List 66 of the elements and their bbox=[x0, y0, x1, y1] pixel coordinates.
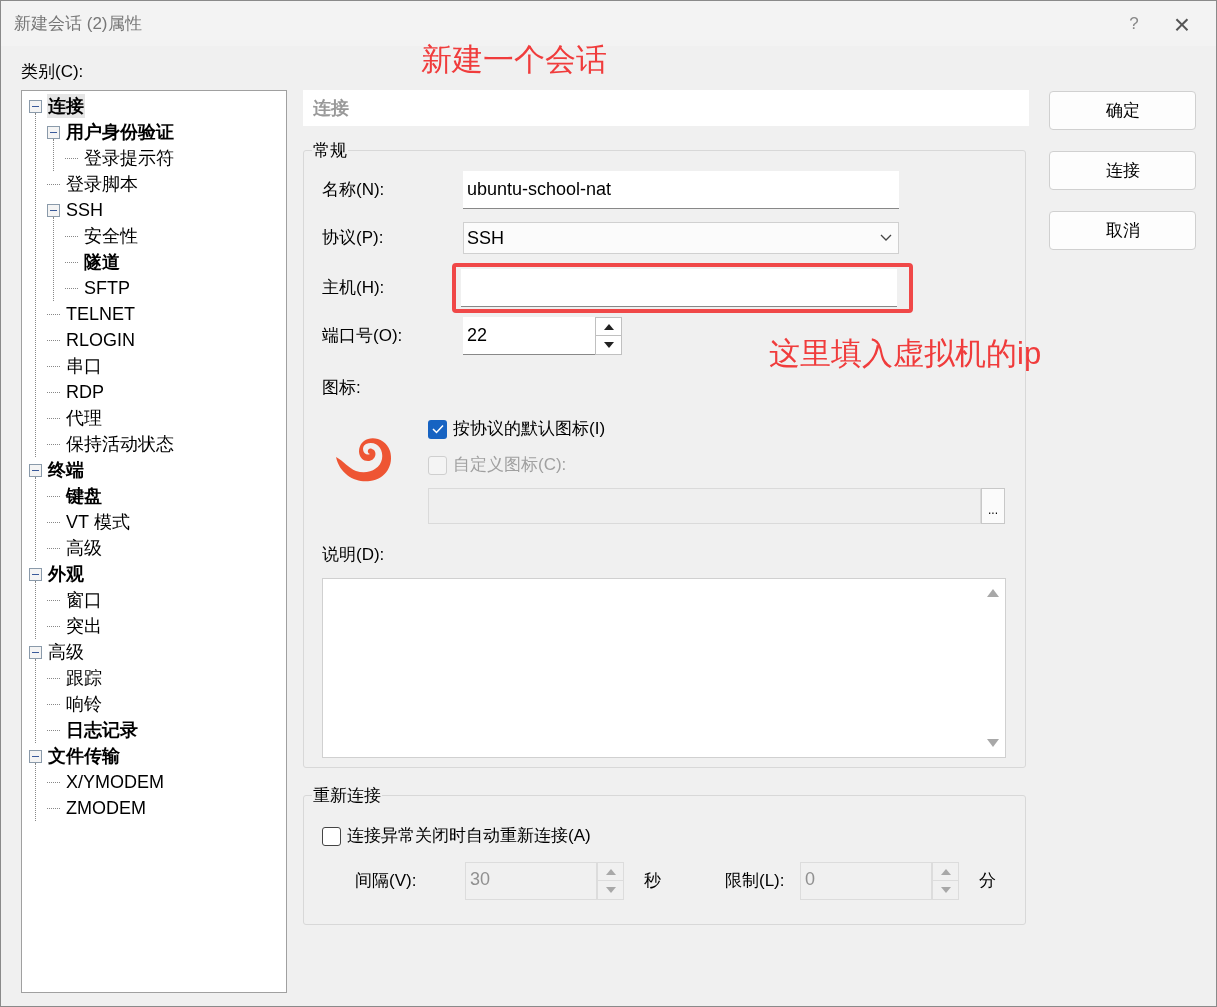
protocol-dropdown[interactable]: SSH bbox=[463, 222, 899, 254]
tree-item[interactable]: 高级 bbox=[47, 640, 85, 664]
chevron-down-icon bbox=[880, 234, 892, 242]
tree-item[interactable]: 保持活动状态 bbox=[65, 432, 175, 456]
host-input[interactable] bbox=[461, 269, 897, 307]
checkbox-icon[interactable] bbox=[322, 826, 341, 846]
field-label: 主机(H): bbox=[322, 277, 386, 300]
tree-item[interactable]: RLOGIN bbox=[65, 328, 136, 352]
field-label: 协议(P): bbox=[322, 227, 385, 250]
collapse-icon[interactable] bbox=[29, 99, 42, 113]
annotation-text: 新建一个会话 bbox=[421, 41, 607, 79]
panel-header: 连接 bbox=[303, 90, 1029, 126]
tree-item[interactable]: RDP bbox=[65, 380, 105, 404]
dialog-button[interactable]: 连接 bbox=[1049, 151, 1196, 190]
tree-item[interactable]: 安全性 bbox=[83, 224, 139, 248]
tree-item[interactable]: 代理 bbox=[65, 406, 103, 430]
tree-item[interactable]: 连接 bbox=[47, 94, 85, 118]
annotation-text: 这里填入虚拟机的ip bbox=[769, 335, 1042, 373]
port-input[interactable]: 22 bbox=[463, 317, 595, 355]
dialog-button[interactable]: 确定 bbox=[1049, 91, 1196, 130]
field-label: 限制(L): bbox=[725, 870, 786, 893]
browse-button[interactable]: ... bbox=[981, 488, 1005, 524]
collapse-icon[interactable] bbox=[29, 749, 42, 763]
tree-item[interactable]: SFTP bbox=[83, 276, 131, 300]
field-label: 名称(N): bbox=[322, 179, 386, 202]
checkbox[interactable]: 连接异常关闭时自动重新连接(A) bbox=[322, 818, 1025, 854]
field-label: 图标: bbox=[322, 377, 362, 399]
tree-item[interactable]: 窗口 bbox=[65, 588, 103, 612]
field-label: 说明(D): bbox=[322, 544, 386, 566]
dialog-button[interactable]: 取消 bbox=[1049, 211, 1196, 250]
tree-item[interactable]: 响铃 bbox=[65, 692, 103, 716]
field-label: 间隔(V): bbox=[355, 870, 418, 893]
tree-item[interactable]: 登录脚本 bbox=[65, 172, 139, 196]
tree-item[interactable]: 串口 bbox=[65, 354, 103, 378]
tree-item[interactable]: 用户身份验证 bbox=[65, 120, 175, 144]
tree-item[interactable]: VT 模式 bbox=[65, 510, 131, 534]
tree-item[interactable]: 终端 bbox=[47, 458, 85, 482]
icon-path-field[interactable] bbox=[428, 488, 981, 524]
tree-item[interactable]: ZMODEM bbox=[65, 796, 147, 820]
field-label: 端口号(O): bbox=[322, 325, 404, 348]
unit-label: 秒 bbox=[644, 870, 661, 893]
checkbox[interactable]: 按协议的默认图标(I) bbox=[428, 411, 1005, 447]
collapse-icon[interactable] bbox=[47, 125, 60, 139]
checkbox-icon[interactable] bbox=[428, 419, 447, 439]
collapse-icon[interactable] bbox=[29, 463, 42, 477]
tree-item[interactable]: 高级 bbox=[65, 536, 103, 560]
category-label: 类别(C): bbox=[21, 61, 85, 83]
spiral-icon bbox=[334, 435, 394, 483]
tree-item[interactable]: 登录提示符 bbox=[83, 146, 175, 170]
tree-item[interactable]: 跟踪 bbox=[65, 666, 103, 690]
tree-item[interactable]: 文件传输 bbox=[47, 744, 121, 768]
tree-item[interactable]: SSH bbox=[65, 198, 104, 222]
collapse-icon[interactable] bbox=[29, 645, 42, 659]
tree-item[interactable]: 日志记录 bbox=[65, 718, 139, 742]
window-title: 新建会话 (2)属性 bbox=[14, 12, 142, 35]
tree-item[interactable]: X/YMODEM bbox=[65, 770, 165, 794]
tree-item[interactable]: 键盘 bbox=[65, 484, 103, 508]
tree-item[interactable]: 隧道 bbox=[83, 250, 121, 274]
unit-label: 分 bbox=[979, 870, 996, 893]
input-field[interactable]: ubuntu-school-nat bbox=[463, 171, 899, 209]
tree-item[interactable]: TELNET bbox=[65, 302, 136, 326]
collapse-icon[interactable] bbox=[47, 203, 60, 217]
tree-item[interactable]: 突出 bbox=[65, 614, 103, 638]
close-button[interactable]: × bbox=[1154, 3, 1210, 44]
tree-item[interactable]: 外观 bbox=[47, 562, 85, 586]
collapse-icon[interactable] bbox=[29, 567, 42, 581]
